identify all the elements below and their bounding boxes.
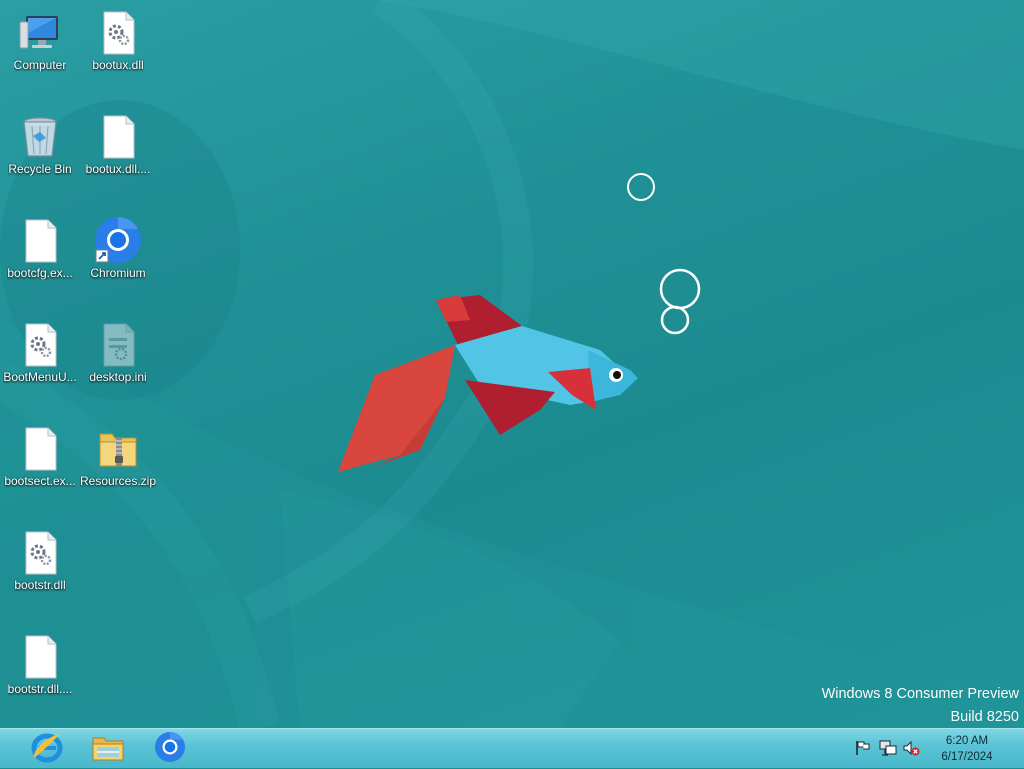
desktop-icon-bootux-dll-mui[interactable]: bootux.dll.... (78, 104, 158, 188)
clock[interactable]: 6:20 AM 6/17/2024 (932, 733, 1002, 765)
clock-time: 6:20 AM (945, 735, 989, 747)
desktop[interactable]: Computer Recycle Bin bootcfg.ex... BootM… (0, 0, 1024, 728)
desktop-icon-label: bootstr.dll.... (7, 682, 73, 696)
volume-muted-icon[interactable] (902, 739, 920, 757)
desktop-icon-desktop-ini[interactable]: desktop.ini (78, 312, 158, 396)
taskbar-file-explorer[interactable] (77, 730, 139, 768)
desktop-icon-label: bootux.dll (92, 58, 144, 72)
clock-date: 6/17/2024 (941, 751, 993, 763)
desktop-icon-bootstr-dll-mui[interactable]: bootstr.dll.... (0, 624, 80, 708)
taskbar-chromium[interactable] (139, 730, 201, 768)
desktop-icon-chromium[interactable]: Chromium (78, 208, 158, 292)
desktop-icon-bootsect[interactable]: bootsect.ex... (0, 416, 80, 500)
desktop-icon-label: bootstr.dll (14, 578, 66, 592)
chromium-shortcut-icon (94, 216, 142, 264)
dll-file-icon (16, 320, 64, 368)
computer-icon (16, 8, 64, 56)
system-tray: 6:20 AM 6/17/2024 (854, 729, 1024, 769)
desktop-icon-bootmenu[interactable]: BootMenuU... (0, 312, 80, 396)
desktop-icon-computer[interactable]: Computer (0, 0, 80, 84)
desktop-icon-label: desktop.ini (89, 370, 147, 384)
desktop-icon-label: BootMenuU... (3, 370, 77, 384)
blank-file-icon (16, 632, 64, 680)
blank-file-icon (16, 216, 64, 264)
network-icon[interactable] (879, 739, 897, 757)
desktop-icon-label: bootux.dll.... (85, 162, 151, 176)
dll-file-icon (94, 8, 142, 56)
desktop-icon-label: Computer (13, 58, 67, 72)
desktop-icon-bootux-dll[interactable]: bootux.dll (78, 0, 158, 84)
desktop-icon-label: Chromium (90, 266, 146, 280)
desktop-icon-bootstr-dll[interactable]: bootstr.dll (0, 520, 80, 604)
taskbar: 6:20 AM 6/17/2024 (0, 728, 1024, 768)
chromium-icon (154, 731, 186, 768)
blank-file-icon (94, 112, 142, 160)
action-center-flag-icon[interactable] (854, 739, 872, 757)
desktop-icon-bootcfg[interactable]: bootcfg.ex... (0, 208, 80, 292)
desktop-icon-recycle-bin[interactable]: Recycle Bin (0, 104, 80, 188)
zip-folder-icon (94, 424, 142, 472)
internet-explorer-icon (30, 730, 64, 769)
desktop-icon-label: Resources.zip (79, 474, 157, 488)
watermark-build: Build 8250 (950, 709, 1019, 725)
recycle-bin-icon (16, 112, 64, 160)
desktop-icon-label: bootsect.ex... (4, 474, 76, 488)
taskbar-internet-explorer[interactable] (16, 730, 78, 768)
watermark-edition: Windows 8 Consumer Preview (821, 686, 1019, 702)
desktop-icon-resources-zip[interactable]: Resources.zip (78, 416, 158, 500)
dll-file-icon (16, 528, 64, 576)
desktop-icon-label: bootcfg.ex... (7, 266, 73, 280)
file-explorer-icon (91, 730, 125, 769)
blank-file-icon (16, 424, 64, 472)
ini-file-icon (94, 320, 142, 368)
desktop-icon-label: Recycle Bin (8, 162, 72, 176)
build-watermark: Windows 8 Consumer Preview Build 8250 (822, 683, 1019, 728)
